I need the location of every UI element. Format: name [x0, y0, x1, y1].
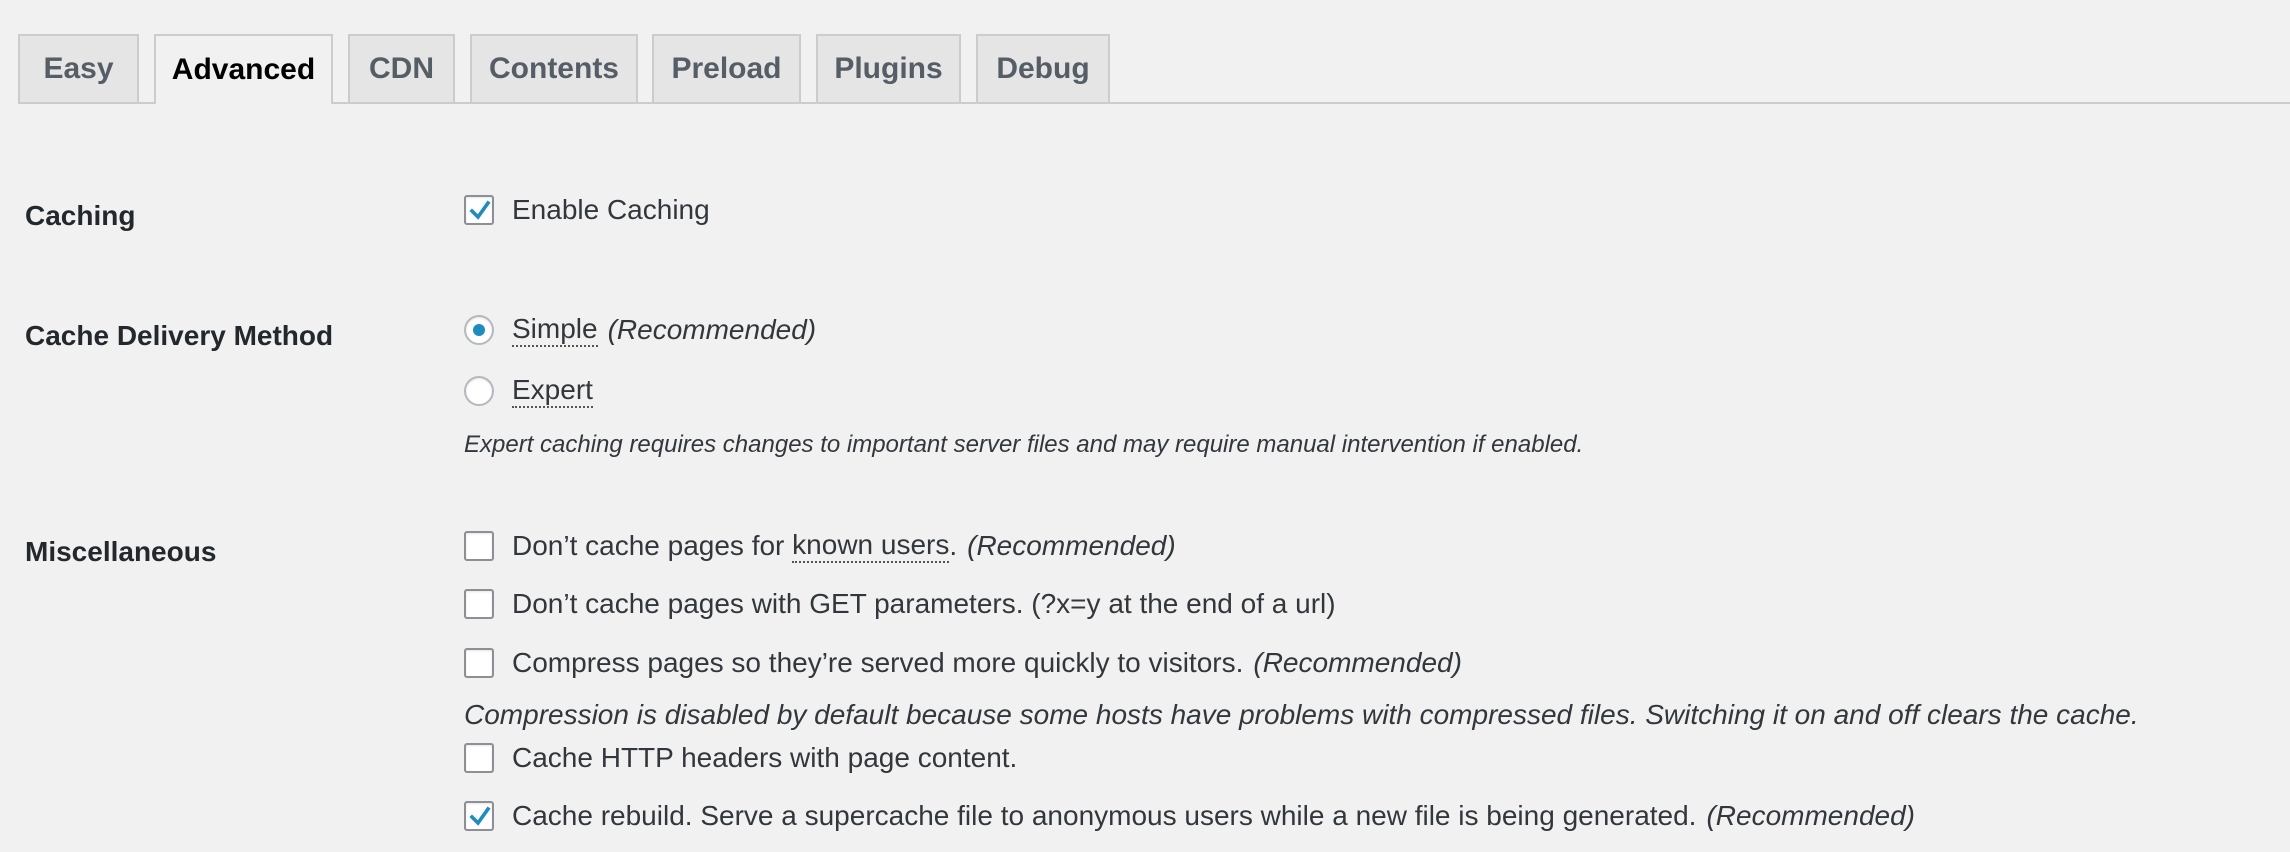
known-users-prefix: Don’t cache pages for — [512, 530, 793, 562]
tab-label: Advanced — [171, 53, 316, 86]
cache-rebuild-recommended: (Recommended) — [1706, 800, 1915, 831]
cache-delivery-heading: Cache Delivery Method — [25, 320, 334, 351]
delivery-expert-option[interactable]: Expert — [464, 374, 593, 408]
tab-easy[interactable]: Easy — [18, 34, 139, 102]
known-users-checkbox[interactable] — [464, 531, 494, 562]
settings-tabs: Easy Advanced CDN Contents Preload Plugi… — [0, 0, 2290, 104]
tab-label: Preload — [671, 52, 782, 85]
enable-caching-option[interactable]: Enable Caching — [464, 194, 710, 226]
known-users-recommended: (Recommended) — [967, 530, 1176, 562]
cache-rebuild-option[interactable]: Cache rebuild. Serve a supercache file t… — [464, 800, 1915, 832]
tab-advanced[interactable]: Advanced — [154, 34, 333, 104]
get-params-label: Don’t cache pages with GET parameters. (… — [512, 588, 1336, 619]
caching-heading: Caching — [25, 200, 136, 231]
cache-rebuild-checkbox[interactable] — [464, 801, 494, 831]
expert-note: Expert caching requires changes to impor… — [464, 431, 1584, 458]
get-params-option[interactable]: Don’t cache pages with GET parameters. (… — [464, 588, 1336, 620]
simple-recommended: (Recommended) — [607, 314, 817, 346]
compress-label: Compress pages so they’re served more qu… — [512, 647, 1244, 678]
tab-label: Contents — [489, 52, 619, 85]
enable-caching-label: Enable Caching — [512, 194, 710, 225]
delivery-simple-option[interactable]: Simple (Recommended) — [464, 313, 817, 347]
simple-label: Simple — [512, 313, 598, 347]
known-users-suffix: . — [949, 530, 958, 562]
miscellaneous-heading: Miscellaneous — [25, 536, 217, 567]
http-headers-option[interactable]: Cache HTTP headers with page content. — [464, 742, 1017, 774]
known-users-option[interactable]: Don’t cache pages for known users. (Reco… — [464, 529, 1176, 563]
radio-dot-icon — [473, 324, 485, 337]
simple-radio[interactable] — [464, 315, 494, 346]
tab-cdn[interactable]: CDN — [348, 34, 455, 102]
expert-label: Expert — [512, 374, 593, 408]
enable-caching-checkbox[interactable] — [464, 195, 494, 225]
tab-label: Plugins — [834, 52, 943, 85]
tab-label: CDN — [369, 52, 434, 85]
expert-radio[interactable] — [464, 376, 494, 407]
http-headers-label: Cache HTTP headers with page content. — [512, 742, 1018, 773]
tab-label: Easy — [43, 52, 114, 85]
checkmark-icon — [469, 200, 491, 220]
known-users-link[interactable]: known users — [792, 529, 950, 563]
compress-option[interactable]: Compress pages so they’re served more qu… — [464, 647, 1462, 679]
cache-rebuild-label: Cache rebuild. Serve a supercache file t… — [512, 800, 1697, 831]
http-headers-checkbox[interactable] — [464, 743, 494, 773]
compression-note: Compression is disabled by default becau… — [464, 699, 2139, 730]
compress-recommended: (Recommended) — [1253, 647, 1462, 678]
checkmark-icon — [469, 806, 491, 826]
tab-plugins[interactable]: Plugins — [816, 34, 961, 102]
tab-contents[interactable]: Contents — [470, 34, 638, 102]
tabs-divider — [18, 102, 2290, 104]
tab-preload[interactable]: Preload — [652, 34, 801, 102]
get-params-checkbox[interactable] — [464, 589, 494, 619]
tab-label: Debug — [996, 52, 1090, 85]
compress-checkbox[interactable] — [464, 648, 494, 678]
tab-debug[interactable]: Debug — [976, 34, 1110, 102]
